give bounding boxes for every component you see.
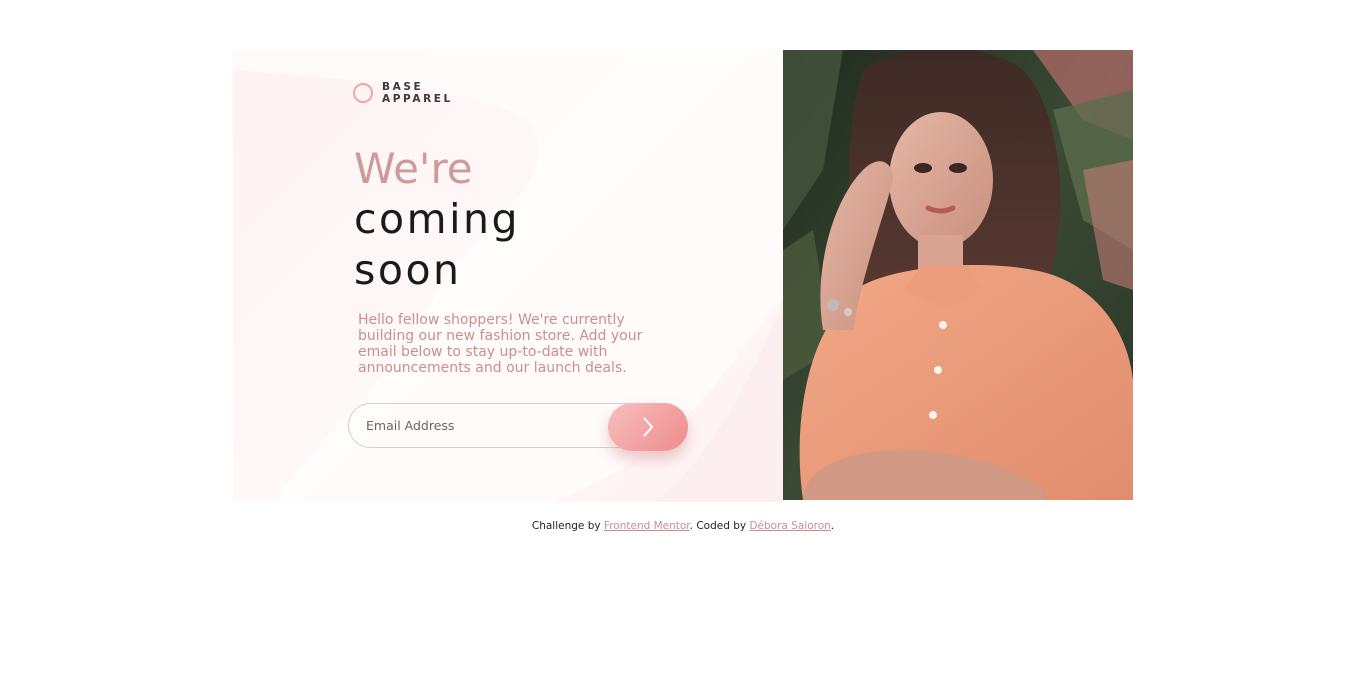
brand-line-1: BASE: [382, 81, 424, 93]
footer-prefix: Challenge by: [531, 520, 604, 532]
footer-middle: . Coded by: [689, 520, 750, 532]
hero-photo-image: [783, 50, 1133, 500]
footer-suffix: .: [830, 520, 835, 532]
brand-name: BASE APPAREL: [382, 81, 453, 105]
hero-panel: BASE APPAREL We're coming soon Hello fel…: [233, 50, 783, 502]
hero-photo: [783, 50, 1133, 500]
email-signup-form: [348, 403, 688, 452]
headline-light: We're: [354, 144, 473, 193]
footer-attribution: Challenge by Frontend Mentor. Coded by D…: [0, 520, 1366, 532]
intro-text: Hello fellow shoppers! We're currently b…: [358, 312, 643, 376]
headline-dark-2: soon: [354, 246, 462, 294]
page-title: We're coming soon: [354, 143, 520, 296]
submit-button[interactable]: [608, 403, 688, 451]
author-link[interactable]: Débora Saioron: [749, 520, 830, 532]
chevron-right-icon: [643, 417, 654, 437]
brand-logo[interactable]: BASE APPAREL: [353, 81, 453, 105]
brand-line-2: APPAREL: [382, 93, 453, 105]
headline-dark-1: coming: [354, 195, 520, 243]
page: BASE APPAREL We're coming soon Hello fel…: [0, 0, 1366, 675]
frontend-mentor-link[interactable]: Frontend Mentor: [604, 520, 690, 532]
logo-ring-icon: [353, 83, 373, 103]
